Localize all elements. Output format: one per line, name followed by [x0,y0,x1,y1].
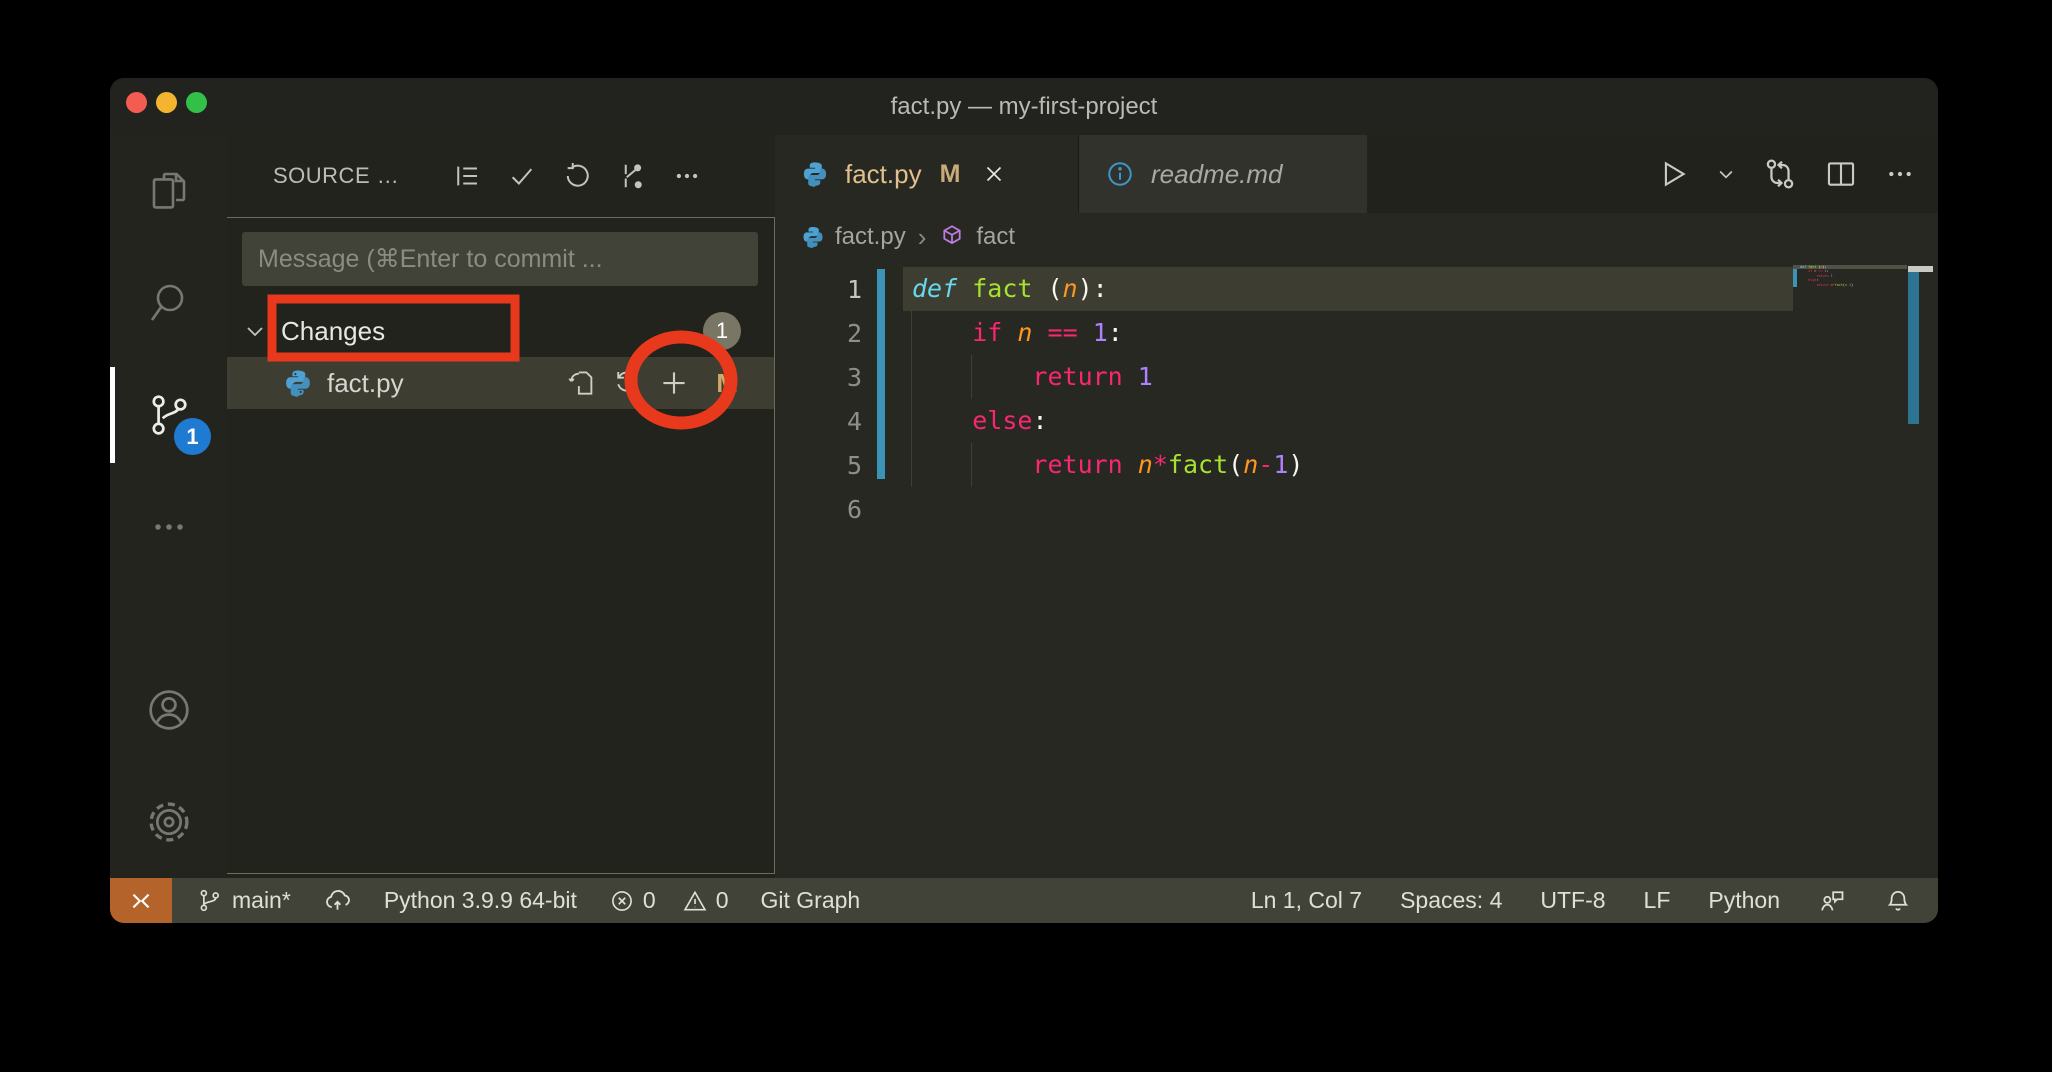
modified-lines-gutter-bar [877,269,885,479]
code-line[interactable]: 3 return 1 [775,355,1938,399]
breadcrumb-symbol[interactable]: fact [938,223,1015,251]
line-number: 3 [775,363,875,392]
editor-group: fact.py M readme.md [775,135,1938,878]
search-icon [145,279,193,327]
ellipsis-icon [147,505,191,549]
commit-button[interactable] [506,160,538,192]
feedback-button[interactable] [1818,887,1846,915]
code-lines: 1def fact (n):2 if n == 1:3 return 14 el… [775,267,1938,531]
git-graph-status[interactable]: Git Graph [760,887,860,914]
git-branch-icon [196,887,223,914]
split-editor-button[interactable] [1824,157,1858,191]
tab-fact-py[interactable]: fact.py M [775,135,1078,213]
scm-header: SOURCE … [227,135,775,217]
window-title: fact.py — my-first-project [110,78,1938,135]
more-actions-button[interactable] [671,160,703,192]
python-file-icon [283,368,313,398]
cursor-position-status[interactable]: Ln 1, Col 7 [1251,887,1362,914]
line-number: 5 [775,451,875,480]
python-file-icon [801,160,829,188]
ruler-modified-decoration [1908,272,1919,424]
close-tab-icon[interactable] [982,162,1006,186]
stage-changes-button[interactable] [657,366,691,400]
source-control-sidebar: SOURCE … [227,135,775,878]
indentation-status[interactable]: Spaces: 4 [1400,887,1502,914]
settings-button[interactable] [110,766,227,878]
changes-section-header[interactable]: Changes 1 [227,305,774,357]
commit-message-input[interactable] [242,232,758,286]
vscode-window: fact.py — my-first-project [110,78,1938,923]
scm-panel: Changes 1 fact.py [227,217,775,874]
remote-icon [127,887,155,915]
notifications-button[interactable] [1884,887,1912,915]
account-icon [144,685,194,735]
minimap[interactable]: def fact (n): if n == 1: return 1 else: … [1793,261,1907,878]
changed-file-row[interactable]: fact.py [227,357,774,409]
tab-modified-indicator: M [940,160,961,189]
code-area[interactable]: 1def fact (n):2 if n == 1:3 return 14 el… [775,261,1938,878]
scm-title: SOURCE … [273,163,399,189]
scm-count-badge: 1 [174,418,211,455]
more-actions-icon[interactable] [1884,158,1916,190]
changes-count-badge: 1 [703,312,741,350]
tab-label: readme.md [1151,159,1283,190]
status-bar: main* Python 3.9.9 64-bit 0 0 [110,878,1938,923]
open-changes-icon[interactable] [1762,156,1798,192]
run-dropdown-chevron-icon[interactable] [1716,164,1736,184]
overview-ruler[interactable] [1908,261,1933,878]
feedback-icon [1818,887,1846,915]
breadcrumb-file[interactable]: fact.py [801,223,906,251]
sidebar-item-search[interactable] [110,247,227,359]
line-number: 2 [775,319,875,348]
info-icon [1105,159,1135,189]
python-interpreter-status[interactable]: Python 3.9.9 64-bit [384,887,577,914]
line-number: 1 [775,275,875,304]
error-icon [609,888,635,914]
tab-readme-md[interactable]: readme.md [1078,135,1367,213]
sidebar-item-more[interactable] [110,471,227,583]
refresh-button[interactable] [561,160,593,192]
open-file-button[interactable] [567,368,597,398]
discard-changes-button[interactable] [612,368,642,398]
activity-bar: 1 [110,135,227,878]
sync-changes-button[interactable] [323,886,352,915]
problems-status[interactable]: 0 0 [609,887,729,914]
code-line[interactable]: 6 [775,487,1938,531]
sidebar-item-source-control[interactable]: 1 [110,359,227,471]
warning-icon [682,888,708,914]
encoding-status[interactable]: UTF-8 [1540,887,1605,914]
modified-status-letter: M [716,368,738,399]
code-line[interactable]: 5 return n*fact(n-1) [775,443,1938,487]
line-number: 6 [775,495,875,524]
gear-icon [144,797,194,847]
language-mode-status[interactable]: Python [1708,887,1780,914]
symbol-class-cube-icon [938,223,966,251]
code-line[interactable]: 4 else: [775,399,1938,443]
code-line[interactable]: 2 if n == 1: [775,311,1938,355]
cloud-upload-icon [323,886,352,915]
remote-indicator[interactable] [110,878,172,923]
line-number: 4 [775,407,875,436]
changes-section-label: Changes [281,316,385,347]
code-line[interactable]: 1def fact (n): [775,267,1938,311]
chevron-down-icon [243,319,267,343]
titlebar: fact.py — my-first-project [110,78,1938,135]
eol-status[interactable]: LF [1644,887,1671,914]
changed-file-name: fact.py [327,368,404,399]
tab-label: fact.py [845,159,922,190]
files-icon [145,167,193,215]
run-python-file-button[interactable] [1656,157,1690,191]
view-as-tree-button[interactable] [451,160,483,192]
breadcrumb-separator: › [918,222,927,253]
git-graph-button[interactable] [616,160,648,192]
sidebar-item-explorer[interactable] [110,135,227,247]
accounts-button[interactable] [110,654,227,766]
minimap-content: def fact (n): if n == 1: return 1 else: … [1800,265,1907,291]
bell-icon [1884,887,1912,915]
tab-bar: fact.py M readme.md [775,135,1938,213]
breadcrumb: fact.py › fact [775,213,1938,261]
git-branch-status[interactable]: main* [196,887,291,914]
